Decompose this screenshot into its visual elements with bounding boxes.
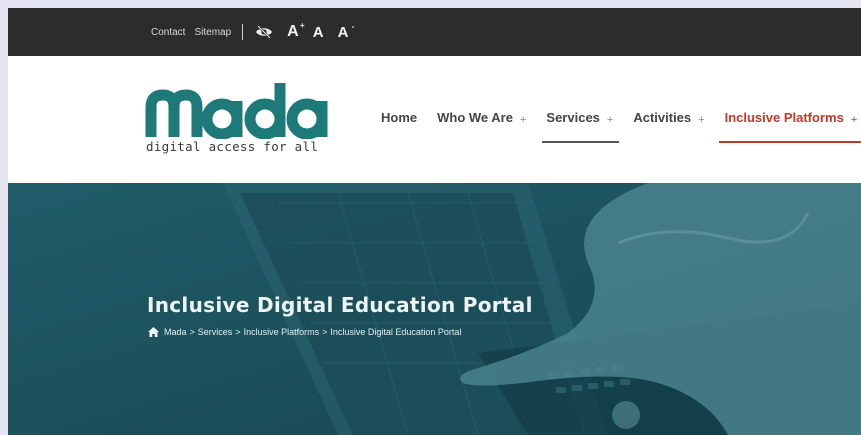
nav-services-label: Services — [546, 109, 600, 125]
nav-item-home[interactable]: Home — [381, 108, 417, 126]
nav-inclusive-platforms-label: Inclusive Platforms — [724, 109, 844, 125]
breadcrumb-separator: > — [189, 327, 195, 337]
expand-plus-icon: + — [698, 114, 705, 126]
font-increase-button[interactable]: A + — [287, 22, 305, 40]
nav-item-who-we-are[interactable]: Who We Are + — [437, 108, 527, 127]
breadcrumb-separator: > — [322, 327, 328, 337]
main-nav: Home Who We Are + Services + Activities … — [381, 108, 861, 148]
mada-wordmark — [145, 83, 328, 139]
breadcrumb-separator: > — [235, 327, 241, 337]
divider — [242, 24, 244, 40]
expand-plus-icon: + — [606, 114, 614, 126]
nav-item-activities[interactable]: Activities + — [633, 108, 705, 127]
font-normal-button[interactable]: A — [313, 25, 324, 40]
font-increase-label: A — [287, 23, 299, 40]
mada-logo[interactable]: digital access for all — [143, 81, 333, 161]
nav-who-we-are-label: Who We Are — [437, 109, 513, 125]
home-icon[interactable] — [148, 327, 159, 337]
hide-eye-icon[interactable] — [255, 25, 273, 39]
logo-tagline: digital access for all — [146, 139, 319, 154]
breadcrumb-current: Inclusive Digital Education Portal — [330, 327, 462, 337]
font-decrease-button[interactable]: A- — [337, 22, 355, 41]
breadcrumb: Mada > Services > Inclusive Platforms > … — [148, 327, 461, 337]
utility-bar: Contact Sitemap A + A A- — [8, 8, 861, 56]
contact-link[interactable]: Contact — [151, 27, 185, 38]
page-title: Inclusive Digital Education Portal — [147, 293, 533, 317]
nav-activities-label: Activities — [633, 109, 692, 125]
font-decrease-sup: - — [351, 21, 355, 31]
expand-plus-icon: + — [519, 114, 527, 126]
nav-item-inclusive-platforms[interactable]: Inclusive Platforms + — [718, 108, 861, 143]
nav-item-services[interactable]: Services + — [542, 108, 620, 143]
hero-banner: Inclusive Digital Education Portal Mada … — [8, 183, 861, 435]
font-increase-sup: + — [300, 21, 305, 30]
font-decrease-label: A — [337, 23, 349, 41]
breadcrumb-item-services[interactable]: Services — [198, 327, 233, 337]
nav-home-label: Home — [381, 109, 418, 125]
breadcrumb-item-mada[interactable]: Mada — [164, 327, 187, 337]
breadcrumb-item-inclusive-platforms[interactable]: Inclusive Platforms — [244, 327, 320, 337]
page-frame: Contact Sitemap A + A A- digital access … — [8, 8, 861, 435]
sitemap-link[interactable]: Sitemap — [194, 27, 231, 38]
site-header: digital access for all Home Who We Are +… — [8, 56, 861, 183]
expand-plus-icon: + — [850, 114, 858, 126]
